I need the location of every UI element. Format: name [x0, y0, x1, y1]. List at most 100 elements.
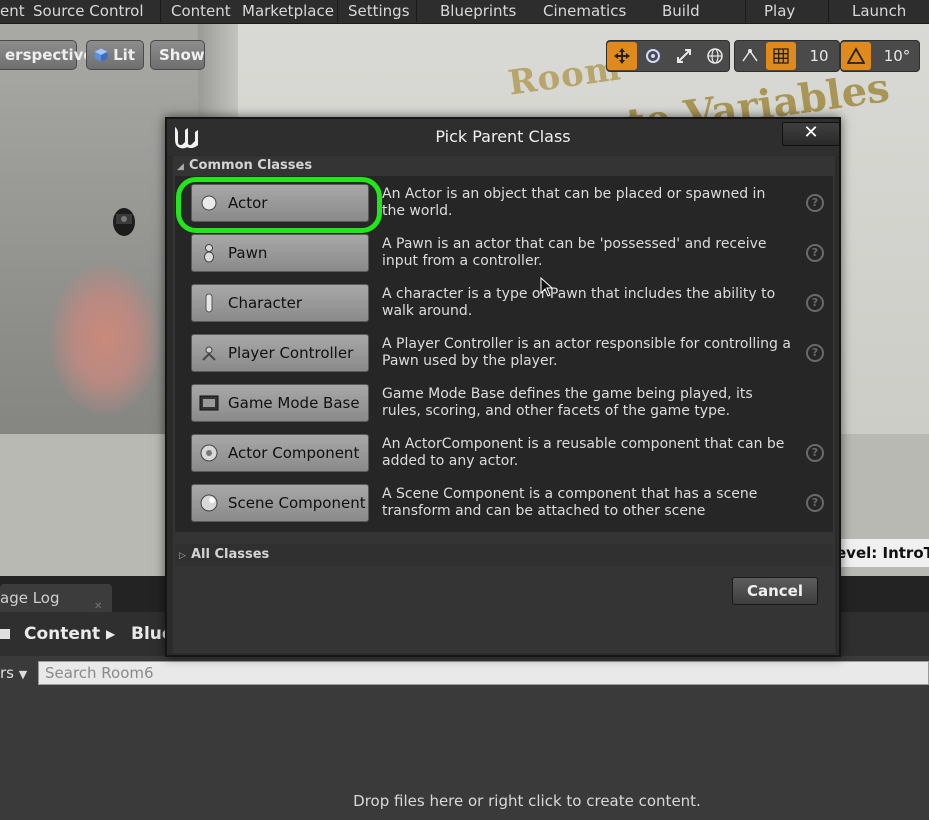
- player-controller-class-button[interactable]: Player Controller: [191, 334, 369, 372]
- grid-snap-tools: 10: [734, 40, 840, 72]
- common-classes-header[interactable]: ◢ Common Classes: [177, 156, 312, 176]
- toolbar-source-control[interactable]: Source Control: [33, 0, 144, 22]
- help-icon[interactable]: ?: [806, 494, 824, 512]
- common-classes-label: Common Classes: [189, 158, 313, 173]
- pawn-icon: [198, 242, 220, 264]
- help-icon[interactable]: ?: [806, 194, 824, 212]
- dialog-title: Pick Parent Class: [435, 127, 571, 146]
- mouse-cursor-icon: [540, 277, 554, 297]
- breadcrumb-arrow-icon: ▶: [106, 627, 116, 641]
- rotation-snap-value[interactable]: 10°: [875, 42, 919, 70]
- lit-label: Lit: [113, 46, 135, 64]
- angle-icon: [847, 47, 865, 64]
- drop-hint-text: Drop files here or right click to create…: [353, 792, 701, 810]
- lit-button[interactable]: Lit: [86, 40, 144, 70]
- scale-tool[interactable]: [669, 42, 699, 70]
- class-row-player-controller: Player Controller A Player Controller is…: [189, 330, 829, 376]
- folder-back-icon[interactable]: [0, 626, 12, 642]
- game-mode-icon: [198, 392, 220, 414]
- perspective-button[interactable]: erspective: [0, 40, 94, 70]
- current-level-label: evel: IntroTo: [832, 539, 929, 567]
- filters-dropdown[interactable]: rs ▼: [0, 660, 27, 686]
- toolbar-settings[interactable]: Settings: [348, 0, 410, 22]
- toolbar-divider: [337, 0, 338, 22]
- class-description: A Pawn is an actor that can be 'possesse…: [382, 236, 767, 269]
- translate-tool[interactable]: [607, 42, 637, 70]
- surface-snap-icon: [742, 49, 758, 62]
- character-class-button[interactable]: Character: [191, 284, 369, 322]
- lit-cube-icon: [94, 48, 108, 62]
- class-description: A Player Controller is an actor responsi…: [382, 336, 791, 369]
- grid-snap-value[interactable]: 10: [799, 42, 839, 70]
- player-controller-icon: [198, 342, 220, 364]
- chevron-down-icon: ▼: [18, 668, 28, 681]
- class-description: An Actor is an object that can be placed…: [382, 186, 766, 219]
- toolbar-play[interactable]: Play: [764, 0, 795, 22]
- toolbar-marketplace[interactable]: Marketplace: [242, 0, 334, 22]
- toolbar-divider: [416, 0, 417, 22]
- scene-component-class-button[interactable]: Scene Component: [191, 484, 369, 522]
- grid-snap-toggle[interactable]: [766, 42, 796, 70]
- class-label: Actor Component: [228, 444, 360, 462]
- breadcrumb-content[interactable]: Content: [24, 612, 100, 656]
- class-row-actor-component: Actor Component An ActorComponent is a r…: [189, 430, 829, 476]
- actor-component-icon: [198, 442, 220, 464]
- class-description: A character is a type of Pawn that inclu…: [382, 286, 776, 319]
- dialog-title-bar[interactable]: Pick Parent Class ✕: [167, 119, 840, 155]
- pawn-class-button[interactable]: Pawn: [191, 234, 369, 272]
- rotation-snap-tools: 10°: [840, 40, 920, 72]
- class-row-pawn: Pawn A Pawn is an actor that can be 'pos…: [189, 230, 829, 276]
- filters-label: rs: [0, 664, 14, 682]
- help-icon[interactable]: ?: [806, 244, 824, 262]
- toolbar-divider: [160, 0, 161, 22]
- asset-search-input[interactable]: [38, 661, 929, 685]
- all-classes-header-text: ▷ All Classes: [179, 545, 269, 565]
- class-description: Game Mode Base defines the game being pl…: [382, 386, 753, 419]
- class-label: Character: [228, 294, 303, 312]
- toolbar-build[interactable]: Build: [662, 0, 700, 22]
- character-icon: [198, 292, 220, 314]
- main-toolbar: ent Source Control Content Marketplace S…: [0, 0, 929, 24]
- toolbar-cinematics[interactable]: Cinematics: [543, 0, 626, 22]
- transform-tools: [606, 40, 730, 72]
- class-label: Player Controller: [228, 344, 354, 362]
- rotate-icon: [646, 49, 660, 63]
- toolbar-divider: [745, 0, 746, 22]
- filter-bar: rs ▼: [0, 660, 929, 686]
- collapse-arrow-icon: ◢: [177, 162, 184, 172]
- class-row-character: Character A character is a type of Pawn …: [189, 280, 829, 326]
- surface-snap-toggle[interactable]: [735, 42, 765, 70]
- all-classes-label: All Classes: [191, 547, 270, 562]
- class-row-game-mode-base: Game Mode Base Game Mode Base defines th…: [189, 380, 829, 426]
- class-row-scene-component: Scene Component A Scene Component is a c…: [189, 480, 829, 526]
- move-arrows-icon: [614, 48, 630, 64]
- highlight-ring: [176, 177, 382, 233]
- globe-icon: [707, 48, 723, 64]
- rotation-snap-toggle[interactable]: [841, 42, 871, 70]
- cancel-button[interactable]: Cancel: [732, 577, 818, 605]
- toolbar-content[interactable]: Content: [171, 0, 231, 22]
- class-description: An ActorComponent is a reusable componen…: [382, 436, 785, 469]
- world-space-toggle[interactable]: [700, 42, 730, 70]
- help-icon[interactable]: ?: [806, 294, 824, 312]
- toolbar-blueprints[interactable]: Blueprints: [440, 0, 516, 22]
- help-icon[interactable]: ?: [806, 344, 824, 362]
- camera-actor-icon[interactable]: [110, 206, 138, 240]
- toolbar-launch[interactable]: Launch: [852, 0, 906, 22]
- scene-light-glow: [50, 264, 160, 414]
- grid-icon: [773, 48, 789, 64]
- tab-message-log[interactable]: age Log ✕: [0, 584, 112, 612]
- all-classes-header[interactable]: ▷ All Classes: [175, 544, 833, 566]
- class-description: A Scene Component is a component that ha…: [382, 486, 758, 519]
- actor-component-class-button[interactable]: Actor Component: [191, 434, 369, 472]
- tab-label: age Log: [0, 589, 60, 607]
- toolbar-item-content-partial[interactable]: ent: [0, 0, 25, 22]
- scene-component-icon: [198, 492, 220, 514]
- scale-icon: [677, 49, 691, 63]
- help-icon[interactable]: ?: [806, 444, 824, 462]
- close-icon: ✕: [803, 122, 819, 143]
- show-button[interactable]: Show: [150, 40, 205, 70]
- rotate-tool[interactable]: [638, 42, 668, 70]
- game-mode-base-class-button[interactable]: Game Mode Base: [191, 384, 369, 422]
- close-button[interactable]: ✕: [782, 122, 840, 146]
